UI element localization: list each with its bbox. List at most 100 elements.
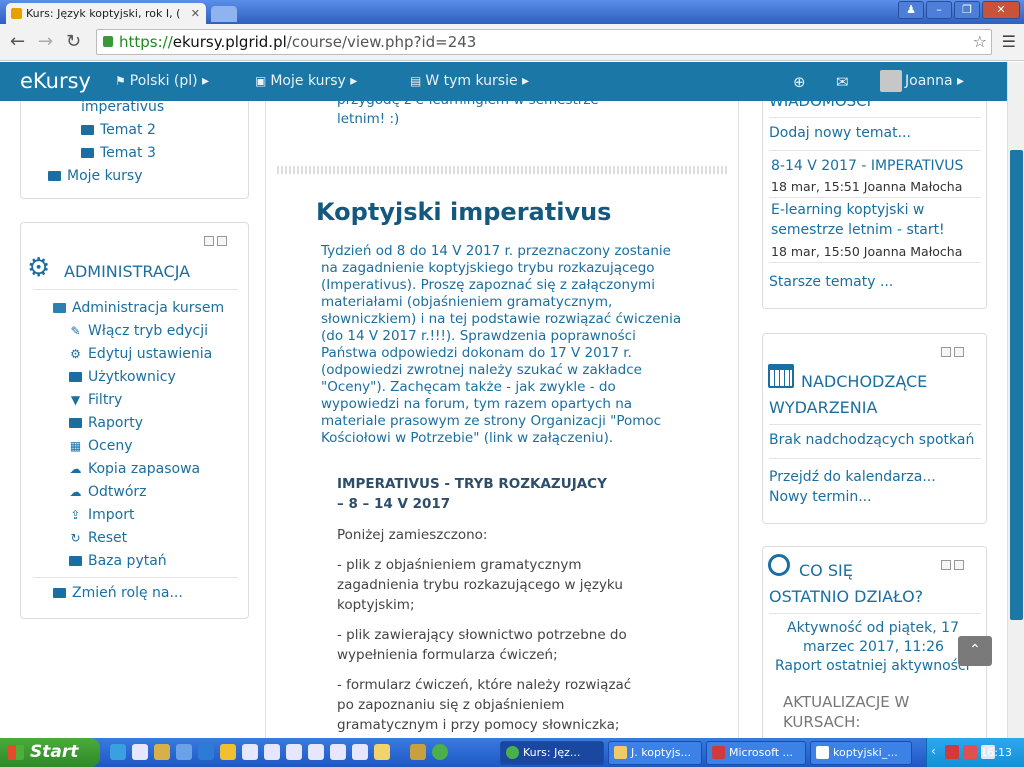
quicklaunch-icon[interactable] [242,744,258,760]
events-title-1: NADCHODZĄCE [801,372,928,391]
tab-close-icon[interactable]: ✕ [191,3,200,24]
restore-button[interactable]: ❐ [954,1,980,19]
close-window-button[interactable]: ✕ [982,1,1020,19]
language-menu[interactable]: ⚑ Polski (pl) ▸ [115,73,209,89]
reload-icon[interactable]: ↻ [66,32,81,52]
user-profile-icon[interactable]: ♟ [898,1,924,19]
antivirus-icon[interactable] [945,745,959,759]
dock-icon[interactable] [217,236,227,246]
switch-role[interactable]: Zmień rolę na... [53,585,183,601]
admin-item-question-bank[interactable]: Baza pytań [69,553,167,569]
quicklaunch-icon[interactable] [154,744,170,760]
chrome-icon[interactable] [432,744,448,760]
upload-icon: ⇪ [70,508,81,522]
start-button[interactable]: Start [0,738,100,767]
site-brand[interactable]: eKursy [20,69,91,93]
back-arrow-icon[interactable]: ← [10,32,25,52]
taskbar-item-document[interactable]: koptyjski_... [810,741,912,765]
add-new-topic-link[interactable]: Dodaj nowy temat... [769,125,911,141]
quicklaunch-icon[interactable] [132,744,148,760]
admin-item-reset[interactable]: ↻ Reset [69,530,127,546]
quicklaunch-icon[interactable] [352,744,368,760]
quicklaunch-icon[interactable] [220,744,236,760]
download-icon[interactable]: ⊕ [793,73,806,91]
task-label: koptyjski_... [833,746,898,759]
summary-line: "Oceny"). Zachęcam także - jak zwykle - … [321,379,616,395]
dock-icon[interactable] [954,347,964,357]
tray-expand-icon[interactable]: ‹ [931,744,936,758]
taskbar-item-folder[interactable]: J. koptyjs... [608,741,702,765]
my-courses-menu[interactable]: ▣ Moje kursy ▸ [255,73,357,89]
summary-line: wypowiedzi na forum, tym razem opartych … [321,396,633,412]
block-controls[interactable] [938,347,964,360]
quicklaunch-icon[interactable] [110,744,126,760]
page-scrollbar[interactable] [1007,62,1024,738]
recent-activity-report-link[interactable]: Raport ostatniej aktywności [775,658,970,674]
nav-item-imperativus[interactable]: imperativus [81,101,164,115]
taskbar-item-microsoft[interactable]: Microsoft ... [706,741,806,765]
quicklaunch-icon[interactable] [198,744,214,760]
news-post-2-title-1[interactable]: E-learning koptyjski w [771,202,924,218]
admin-item-label: Oceny [88,438,133,454]
admin-item-users[interactable]: Użytkownicy [69,369,176,385]
admin-item-label: Edytuj ustawienia [88,346,213,362]
scrollbar-thumb[interactable] [1010,150,1023,620]
forward-arrow-icon[interactable]: → [38,32,53,52]
news-post-2-meta: 18 mar, 15:50 Joanna Małocha [771,244,963,259]
block-controls[interactable] [201,236,227,249]
quicklaunch-icon[interactable] [286,744,302,760]
collapse-icon[interactable] [941,347,951,357]
quicklaunch-icon[interactable] [330,744,346,760]
folder-icon [48,171,61,181]
this-course-menu[interactable]: ▤ W tym kursie ▸ [410,73,529,89]
chrome-icon [506,746,519,759]
admin-item-filters[interactable]: ▼ Filtry [69,392,122,408]
admin-item-grades[interactable]: ▦ Oceny [69,438,133,454]
folder-icon [81,125,94,135]
quicklaunch-icon[interactable] [374,744,390,760]
nav-item-temat-3[interactable]: Temat 3 [81,145,156,161]
admin-item-import[interactable]: ⇪ Import [69,507,134,523]
administration-block: ⚙ ADMINISTRACJA Administracja kursem ✎ Wł… [20,222,249,619]
browser-menu-icon[interactable]: ☰ [1002,32,1016,51]
quicklaunch-icon[interactable] [264,744,280,760]
news-post-1-title[interactable]: 8-14 V 2017 - IMPERATIVUS [771,158,963,174]
tray-app-icon[interactable] [963,745,977,759]
admin-item-restore[interactable]: ☁ Odtwórz [69,484,147,500]
admin-item-edit-mode[interactable]: ✎ Włącz tryb edycji [69,323,208,339]
go-to-calendar-link[interactable]: Przejdź do kalendarza... [769,469,936,485]
start-label: Start [30,742,79,762]
quicklaunch-icon[interactable] [176,744,192,760]
older-topics-link[interactable]: Starsze tematy ... [769,274,893,290]
clock[interactable]: 16:13 [980,746,1012,759]
nav-label: Moje kursy [67,168,143,184]
divider [769,424,981,425]
browser-tab-active[interactable]: Kurs: Język koptyjski, rok I, ( ✕ [6,3,206,24]
scroll-to-top-button[interactable]: ⌃ [958,636,992,666]
block-controls[interactable] [938,560,964,573]
recent-activity-block: CO SIĘ OSTATNIO DZIAŁO? Aktywność od pią… [762,546,987,738]
quicklaunch-icon[interactable] [410,744,426,760]
course-administration[interactable]: Administracja kursem [53,300,224,316]
collapse-icon[interactable] [204,236,214,246]
nav-item-my-courses[interactable]: Moje kursy [48,168,142,184]
messages-icon[interactable]: ✉ [836,73,849,91]
minimize-button[interactable]: – [926,1,952,19]
new-event-link[interactable]: Nowy termin... [769,489,872,505]
admin-item-edit-settings[interactable]: ⚙ Edytuj ustawienia [69,346,212,362]
quicklaunch-icon[interactable] [308,744,324,760]
address-bar[interactable]: https://ekursy.plgrid.pl/course/view.php… [96,29,992,55]
avatar [880,70,902,92]
collapse-icon[interactable] [941,560,951,570]
bookmark-star-icon[interactable]: ☆ [973,30,987,54]
news-post-2-title-2[interactable]: semestrze letnim - start! [771,222,945,238]
user-menu[interactable]: Joanna ▸ [880,70,964,92]
table-icon: ▦ [69,439,82,453]
dock-icon[interactable] [954,560,964,570]
bullet-line: wypełnienia formularza ćwiczeń; [337,647,558,663]
nav-item-temat-2[interactable]: Temat 2 [81,122,156,138]
admin-item-reports[interactable]: Raporty [69,415,143,431]
taskbar-item-chrome[interactable]: Kurs: Jęz... [500,741,604,765]
new-tab-button[interactable] [211,6,237,22]
admin-item-backup[interactable]: ☁ Kopia zapasowa [69,461,201,477]
